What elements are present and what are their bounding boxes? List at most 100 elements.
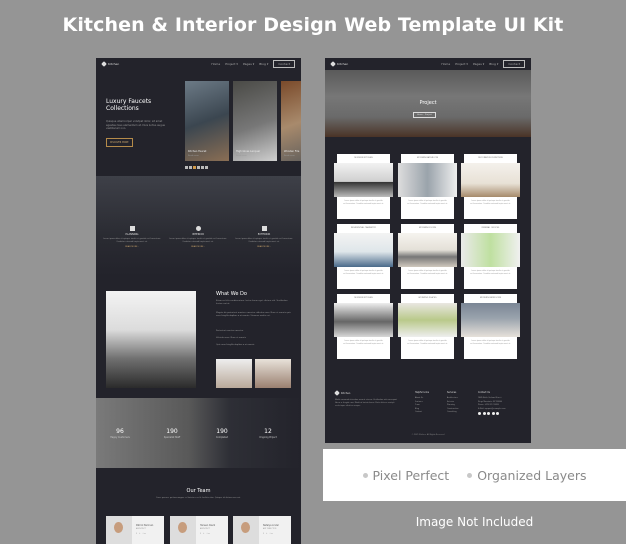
- nav-pages[interactable]: Pages ▾: [243, 62, 254, 66]
- project-card-image: [398, 163, 457, 197]
- exterior-icon: [261, 226, 267, 231]
- hero-card-link[interactable]: Read more: [284, 155, 295, 157]
- home-page-preview: Kitchen Home Project ▾ Pages ▾ Blog ▾ Co…: [96, 58, 301, 544]
- project-card-image: [398, 233, 457, 267]
- logo-text: Kitchen: [337, 62, 349, 66]
- project-hero: Project Home › Project: [325, 70, 531, 137]
- hero-card-link[interactable]: Read more: [188, 155, 199, 157]
- team-photo: [170, 516, 196, 544]
- project-card[interactable]: MODERN BATHROOM Lorem ipsum dolor sit qui…: [398, 154, 457, 219]
- home-navbar: Kitchen Home Project ▾ Pages ▾ Blog ▾ Co…: [96, 58, 301, 70]
- service-title: INTERIOR: [192, 233, 204, 236]
- project-navbar: Kitchen Home Project ▾ Pages ▾ Blog ▾ Co…: [325, 58, 531, 70]
- hero-card-caption: Wooden Fire: [284, 150, 300, 153]
- team-card[interactable]: Patrick Bernnan ARCHITECT f t in: [106, 516, 164, 544]
- footer-link[interactable]: Contact: [415, 411, 429, 415]
- footer-logo[interactable]: Kitchen: [334, 390, 350, 396]
- carousel-dot-active[interactable]: [193, 166, 196, 169]
- service-interior: INTERIOR Lorem ipsum dolor sit quisque i…: [168, 226, 228, 248]
- home-logo[interactable]: Kitchen: [101, 61, 120, 67]
- footer-column-title: Helpful Links: [415, 391, 430, 394]
- nav-home[interactable]: Home: [441, 62, 450, 66]
- social-icons[interactable]: f t in: [200, 533, 211, 535]
- hero-card[interactable]: High Gloss Lacquer Read more: [233, 81, 277, 161]
- hero-card-caption: High Gloss Lacquer: [236, 150, 261, 153]
- stat-item: 190 Specialist Staff: [152, 428, 192, 439]
- project-card-title: MINIMAL OFFICES: [481, 227, 500, 229]
- hero-card[interactable]: Wooden Fire Read more: [281, 81, 301, 161]
- project-card-text: Lorem ipsum dolor sit quisque iaculis et…: [407, 341, 448, 345]
- footer-link[interactable]: Consulting: [447, 411, 458, 415]
- what-we-do-thumbnail[interactable]: [255, 359, 291, 388]
- carousel-dot[interactable]: [189, 166, 192, 169]
- project-card-title: MODERN BATHROOM: [416, 157, 439, 159]
- carousel-dot[interactable]: [201, 166, 204, 169]
- nav-contact-button[interactable]: Contact: [273, 60, 295, 68]
- hero-text: Quisque ullamcorper volutpat dolor, sit …: [106, 120, 165, 130]
- project-card-title: MODERN KITCHEN: [354, 157, 373, 159]
- service-text: Lorem ipsum dolor sit quisque iaculis et…: [235, 238, 293, 243]
- nav-home[interactable]: Home: [211, 62, 220, 66]
- project-card[interactable]: MODERN BEDROOMS Lorem ipsum dolor sit qui…: [461, 294, 520, 359]
- footer-contact-line: E-Mail: support@example.com: [478, 407, 506, 410]
- service-title: PLANNING: [125, 233, 139, 236]
- nav-pages[interactable]: Pages ▾: [473, 62, 484, 66]
- project-card[interactable]: MINIMAL OFFICES Lorem ipsum dolor sit qui…: [461, 224, 520, 289]
- service-read-more[interactable]: READ MORE ›: [168, 246, 228, 248]
- stat-number: 190: [216, 428, 228, 435]
- project-card[interactable]: WORKING PLACES Lorem ipsum dolor sit quis…: [398, 294, 457, 359]
- hero-card-link[interactable]: Read more: [236, 155, 247, 157]
- project-card[interactable]: MODERN KITCHEN Lorem ipsum dolor sit quis…: [334, 154, 393, 219]
- carousel-dot[interactable]: [197, 166, 200, 169]
- discover-more-button[interactable]: DISCOVER MORE: [106, 138, 133, 147]
- service-read-more[interactable]: READ MORE ›: [234, 246, 294, 248]
- project-card-title: MODERN BEDROOMS: [479, 297, 502, 299]
- feature-label: Organized Layers: [477, 467, 587, 483]
- stat-item: 190 Completed: [202, 428, 242, 439]
- team-member-name: Patrick Bernnan: [136, 524, 154, 527]
- hero-title: Luxury Faucets Collections: [106, 98, 151, 112]
- project-card[interactable]: MODERN KITCHEN Lorem ipsum dolor sit quis…: [334, 294, 393, 359]
- home-nav-links: Home Project ▾ Pages ▾ Blog ▾ Contact: [211, 60, 295, 68]
- project-logo[interactable]: Kitchen: [330, 61, 349, 67]
- what-we-do-title: What We Do: [216, 291, 247, 297]
- project-card-title: MODERN ROOMS: [418, 227, 437, 229]
- nav-contact-button[interactable]: Contact: [503, 60, 525, 68]
- logo-text: Kitchen: [108, 62, 120, 66]
- stat-label: Completed: [216, 436, 228, 439]
- nav-project[interactable]: Project ▾: [455, 62, 468, 66]
- list-item: Vehicula mus. Nunc et mauris: [216, 337, 246, 339]
- nav-blog[interactable]: Blog ▾: [489, 62, 498, 66]
- social-icon[interactable]: [478, 412, 481, 415]
- social-icon[interactable]: [491, 412, 495, 415]
- project-card[interactable]: RESIDENTIAL CABINETRY Lorem ipsum dolor s…: [334, 224, 393, 289]
- carousel-dot[interactable]: [205, 166, 208, 169]
- social-icon[interactable]: [487, 412, 490, 415]
- team-card[interactable]: Natalya Linder ART DIRECTOR f t in: [233, 516, 291, 544]
- social-icons[interactable]: f t in: [263, 533, 274, 535]
- project-card-text: Lorem ipsum dolor sit quisque iaculis et…: [470, 271, 511, 275]
- team-member-name: Natalya Linder: [263, 524, 279, 527]
- social-icon[interactable]: [482, 412, 486, 415]
- carousel-dot[interactable]: [185, 166, 188, 169]
- social-icons[interactable]: f t in: [136, 533, 147, 535]
- team-member-role: ARCHITECT: [136, 528, 147, 530]
- team-card[interactable]: Hansen Davik ARCHITECT f t in: [170, 516, 228, 544]
- project-card-image: [334, 303, 393, 337]
- service-read-more[interactable]: READ MORE ›: [102, 246, 162, 248]
- project-card[interactable]: DECORATIVE FURNITURE Lorem ipsum dolor si…: [461, 154, 520, 219]
- what-we-do-paragraph: Magnis dis parturient montes, nascetur r…: [216, 312, 291, 317]
- project-card[interactable]: MODERN ROOMS Lorem ipsum dolor sit quisqu…: [398, 224, 457, 289]
- nav-project[interactable]: Project ▾: [225, 62, 238, 66]
- stats-section: 96 Happy Customers 190 Specialist Staff …: [96, 398, 301, 468]
- what-we-do-thumbnail[interactable]: [216, 359, 252, 388]
- social-icon[interactable]: [496, 412, 499, 415]
- project-card-title: DECORATIVE FURNITURE: [478, 157, 503, 159]
- nav-blog[interactable]: Blog ▾: [259, 62, 268, 66]
- what-we-do-image: [106, 291, 196, 388]
- breadcrumb[interactable]: Home › Project: [413, 112, 436, 118]
- services-section: PLANNING Lorem ipsum dolor sit quisque i…: [96, 176, 301, 276]
- hero-card[interactable]: Kitchen Faucet Read more: [185, 81, 229, 161]
- feature-label: Pixel Perfect: [372, 467, 450, 483]
- footer-link[interactable]: Architecture: [447, 397, 458, 401]
